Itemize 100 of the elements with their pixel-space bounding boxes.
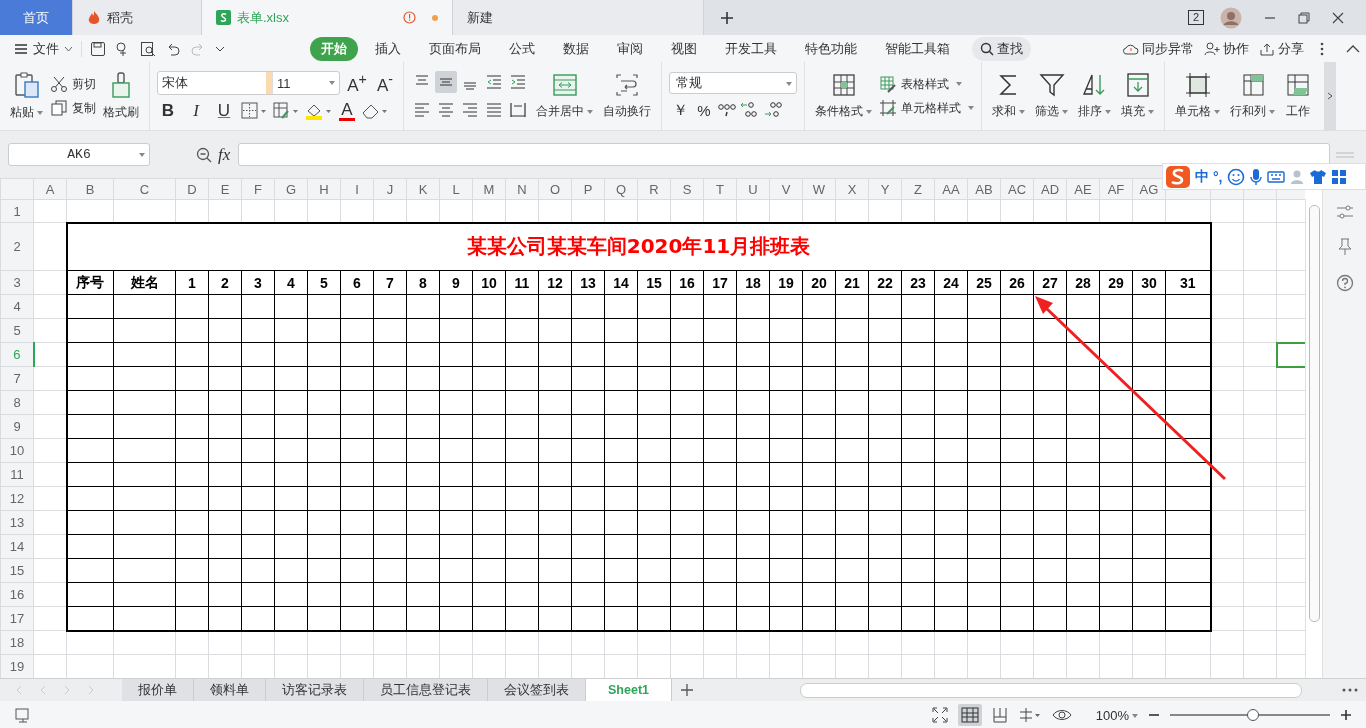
microphone-icon[interactable] [1248, 167, 1263, 186]
column-header[interactable]: V [769, 178, 803, 200]
ribbon-button[interactable]: 筛选 [1032, 70, 1071, 122]
column-header[interactable]: A [33, 178, 67, 200]
page-break-icon[interactable] [1017, 707, 1042, 723]
save-icon[interactable] [90, 40, 106, 57]
macro-icon[interactable] [14, 707, 32, 723]
borders-icon[interactable] [241, 102, 267, 121]
merge-center-button[interactable]: 合并居中 [533, 70, 596, 122]
column-header[interactable]: T [703, 178, 737, 200]
column-header[interactable]: D [175, 178, 209, 200]
formula-field[interactable] [238, 143, 1330, 166]
restore-icon[interactable] [1298, 11, 1310, 24]
number-format-field[interactable]: 常规 [669, 72, 797, 94]
row-header[interactable]: 12 [0, 486, 34, 511]
ribbon-button[interactable]: 求和 [989, 70, 1028, 122]
toolbar-action[interactable]: 同步异常 [1123, 39, 1194, 58]
document-tab[interactable]: 稻壳 [73, 0, 202, 35]
grow-font-button[interactable]: A$^{+}$ [346, 70, 368, 96]
add-sheet-icon[interactable] [680, 683, 694, 697]
cut-button[interactable]: 剪切 [50, 75, 96, 93]
column-header[interactable]: J [373, 178, 407, 200]
column-header[interactable]: F [241, 178, 275, 200]
column-header[interactable]: L [439, 178, 473, 200]
column-header[interactable]: N [505, 178, 539, 200]
ribbon-tab[interactable]: 特色功能 [794, 36, 868, 61]
fullscreen-icon[interactable] [931, 707, 948, 723]
fill-color-icon[interactable] [305, 102, 333, 121]
row-header[interactable]: 17 [0, 606, 34, 631]
column-header[interactable]: U [736, 178, 770, 200]
sheet-tab[interactable]: 报价单 [122, 679, 194, 701]
ribbon-tab[interactable]: 插入 [364, 36, 412, 61]
align-middle-icon[interactable] [435, 71, 457, 93]
sheet-tab[interactable]: 会议签到表 [488, 679, 586, 701]
pin-icon[interactable] [1336, 238, 1353, 256]
column-header[interactable]: AF [1099, 178, 1133, 200]
page-layout-icon[interactable] [991, 707, 1008, 723]
percent-button[interactable]: % [693, 101, 715, 119]
row-header[interactable]: 14 [0, 534, 34, 559]
ribbon-button[interactable]: 排序 [1075, 70, 1114, 122]
eye-icon[interactable] [1051, 707, 1072, 723]
row-header[interactable]: 1 [0, 199, 34, 223]
underline-button[interactable]: U [213, 101, 235, 122]
ribbon-tab[interactable]: 审阅 [606, 36, 654, 61]
row-header[interactable]: 9 [0, 414, 34, 439]
ribbon-tab[interactable]: 数据 [552, 36, 600, 61]
name-box[interactable]: AK6 [8, 143, 150, 166]
column-header[interactable]: Q [604, 178, 638, 200]
ribbon-tab[interactable]: 页面布局 [418, 36, 492, 61]
conditional-format-button[interactable]: 条件格式 [812, 70, 875, 122]
row-header[interactable]: 7 [0, 366, 34, 391]
zoom-level-dropdown[interactable]: 100% [1095, 707, 1138, 723]
column-header[interactable]: P [571, 178, 605, 200]
format-painter-button[interactable]: 格式刷 [100, 69, 142, 123]
ribbon-tab[interactable]: 公式 [498, 36, 546, 61]
row-header[interactable]: 3 [0, 270, 34, 295]
column-header[interactable]: X [835, 178, 869, 200]
column-header[interactable]: B [66, 178, 114, 200]
row-header[interactable]: 13 [0, 510, 34, 535]
sheet-tab[interactable]: 领料单 [194, 679, 266, 701]
column-header[interactable]: O [538, 178, 572, 200]
row-header[interactable]: 2 [0, 222, 34, 271]
document-tab[interactable]: 新建 [453, 0, 704, 35]
column-header[interactable]: AD [1033, 178, 1067, 200]
input-mode[interactable]: 中 [1195, 167, 1209, 186]
table-style-button[interactable]: 表格样式 [879, 75, 974, 93]
new-tab-icon[interactable] [720, 10, 734, 25]
more-icon[interactable] [1342, 688, 1358, 692]
help-icon[interactable] [1335, 274, 1354, 292]
row-header[interactable]: 19 [0, 654, 34, 678]
column-header[interactable]: M [472, 178, 506, 200]
row-header[interactable]: 16 [0, 582, 34, 607]
more-icon[interactable] [1320, 41, 1324, 56]
sheet-tab[interactable]: 访客记录表 [266, 679, 364, 701]
vertical-scrollbar[interactable] [1305, 199, 1322, 678]
horizontal-scrollbar[interactable] [800, 682, 1302, 698]
column-header[interactable]: AA [934, 178, 968, 200]
column-header[interactable]: C [113, 178, 176, 200]
row-header[interactable]: 11 [0, 462, 34, 487]
column-header[interactable]: AE [1066, 178, 1100, 200]
row-header[interactable]: 8 [0, 390, 34, 415]
toolbar-action[interactable]: 分享 [1259, 39, 1304, 58]
shirt-icon[interactable] [1308, 168, 1327, 185]
expand-handle-icon[interactable] [1336, 151, 1354, 158]
column-header[interactable]: Y [868, 178, 902, 200]
avatar-icon[interactable] [1220, 6, 1242, 29]
decrease-decimal-icon[interactable] [763, 100, 785, 120]
column-header[interactable]: W [802, 178, 836, 200]
ribbon-button[interactable]: 行和列 [1227, 70, 1278, 122]
row-header[interactable]: 18 [0, 630, 34, 655]
copy-button[interactable]: 复制 [50, 99, 96, 117]
keyboard-icon[interactable] [1266, 169, 1285, 184]
zoom-in-icon[interactable] [1340, 709, 1352, 721]
ribbon-tab[interactable]: 智能工具箱 [874, 36, 961, 61]
column-header[interactable]: I [340, 178, 374, 200]
row-header[interactable]: 4 [0, 294, 34, 319]
italic-button[interactable]: I [185, 101, 207, 122]
document-tab[interactable]: 首页 [0, 0, 73, 35]
column-header[interactable]: S [670, 178, 704, 200]
paste-button[interactable]: 粘贴 [7, 69, 46, 123]
